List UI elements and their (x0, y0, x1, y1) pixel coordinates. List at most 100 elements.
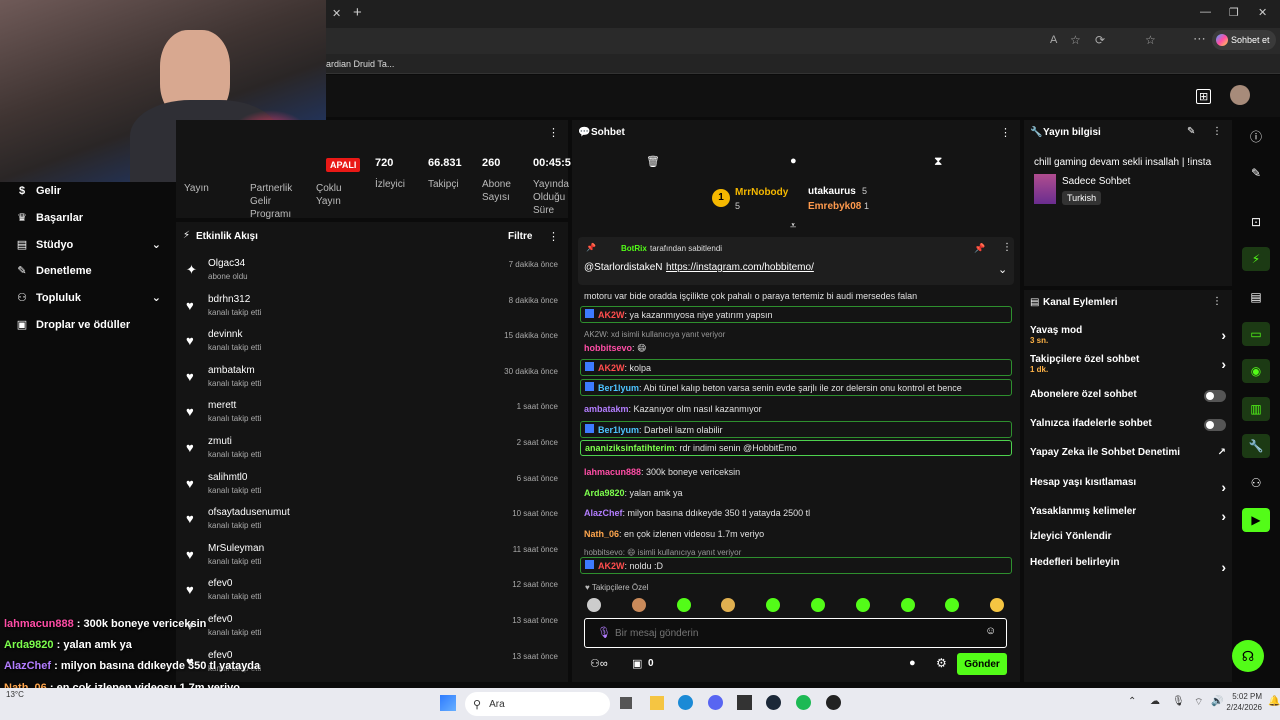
activity-user[interactable]: salihmtl0 (208, 472, 247, 483)
chat-input-box[interactable]: 🎙 ☺ (584, 618, 1007, 648)
chevron-up-icon[interactable]: ⌃ (1128, 696, 1136, 707)
chat-username[interactable]: AK2W (598, 561, 625, 571)
new-tab-icon[interactable]: + (353, 4, 362, 21)
spotify-icon[interactable] (796, 695, 811, 710)
chevron-down-icon[interactable]: ⌄ (998, 263, 1007, 276)
file-explorer-icon[interactable] (650, 696, 664, 710)
activity-user[interactable]: devinnk (208, 329, 242, 340)
copilot-chat-button[interactable]: Sohbet et (1212, 30, 1276, 50)
channel-action-item[interactable]: Hesap yaşı kısıtlaması › (1030, 477, 1230, 499)
activity-user[interactable]: ambatakm (208, 365, 255, 376)
channel-action-item[interactable]: Hedefleri belirleyin › (1030, 557, 1230, 579)
activity-user[interactable]: efev0 (208, 614, 232, 625)
broadcast-icon[interactable]: ◉ (1242, 359, 1270, 383)
sidebar-item-droplar[interactable]: ▣ Droplar ve ödüller (16, 318, 130, 332)
stream-info-menu-icon[interactable]: ⋮ (1212, 126, 1222, 137)
favorite-star-icon[interactable]: ☆ (1070, 33, 1081, 47)
hourglass-icon[interactable]: ⧗ (934, 154, 942, 169)
broadcast-icon[interactable]: ⊞ (1196, 89, 1212, 104)
close-tab-icon[interactable]: ✕ (332, 7, 341, 20)
edge-icon[interactable] (678, 695, 693, 710)
emote-icon[interactable] (587, 598, 601, 612)
chat-username[interactable]: AK2W (598, 310, 625, 320)
toggle-switch[interactable] (1204, 419, 1226, 431)
bolt-icon[interactable]: ⚡ (1242, 247, 1270, 271)
chat-username[interactable]: hobbitsevo (584, 343, 632, 353)
clip-icon[interactable]: ▶ (1242, 508, 1270, 532)
chat-username[interactable]: AlazChef (584, 508, 623, 518)
channel-action-item[interactable]: Yalnızca ifadelerle sohbet (1030, 418, 1230, 440)
emoji-icon[interactable]: ☺ (985, 625, 996, 637)
activity-user[interactable]: bdrhn312 (208, 294, 250, 305)
pinned-menu-icon[interactable]: ⋮ (1002, 242, 1012, 253)
sidebar-item-basarilar[interactable]: ♛ Başarılar (16, 211, 83, 225)
activity-user[interactable]: MrSuleyman (208, 543, 264, 554)
channel-action-item[interactable]: Yapay Zeka ile Sohbet Denetimi ↗ (1030, 447, 1230, 469)
pinned-link[interactable]: https://instagram.com/hobbitemo/ (666, 262, 814, 273)
chat-username[interactable]: Ber1lyum (598, 425, 639, 435)
chat-username[interactable]: lahmacun888 (584, 467, 641, 477)
filter-button[interactable]: Filtre (508, 231, 532, 242)
task-view-icon[interactable] (620, 697, 632, 709)
sidebar-item-topluluk[interactable]: ⚇ Topluluk ⌄ (16, 291, 161, 305)
chat-settings-bubble-icon[interactable]: ● (909, 657, 916, 669)
emote-icon[interactable] (900, 598, 915, 612)
activity-user[interactable]: merett (208, 400, 236, 411)
activity-menu-icon[interactable]: ⋮ (548, 230, 559, 243)
collapse-icon[interactable]: ⩡ (790, 220, 796, 233)
channel-action-item[interactable]: Takipçilere özel sohbet 1 dk. › (1030, 354, 1230, 376)
category-name[interactable]: Sadece Sohbet (1062, 176, 1130, 187)
channel-action-item[interactable]: İzleyici Yönlendir (1030, 531, 1230, 553)
trash-icon[interactable]: 🗑 (646, 155, 660, 168)
cloud-icon[interactable]: ☁ (1150, 696, 1160, 707)
chat-rail-icon[interactable]: ▭ (1242, 322, 1270, 346)
taskbar-search[interactable]: ⚲ Ara (465, 692, 610, 716)
unpin-icon[interactable]: 📌 (974, 243, 985, 254)
emote-icon[interactable] (631, 598, 646, 612)
activity-user[interactable]: Olgac34 (208, 258, 245, 269)
toggle-switch[interactable] (1204, 390, 1226, 402)
screenshot-icon[interactable]: ⊡ (1242, 210, 1270, 234)
mic-icon[interactable]: 🎙 (1172, 696, 1185, 707)
emote-icon[interactable] (811, 598, 825, 612)
windows-start-icon[interactable] (440, 695, 456, 711)
volume-icon[interactable]: 🔊 (1211, 696, 1223, 707)
chat-username[interactable]: AK2W (598, 363, 625, 373)
minimize-icon[interactable]: — (1200, 6, 1211, 18)
channel-action-item[interactable]: Yasaklanmış kelimeler › (1030, 506, 1230, 528)
app-icon[interactable] (737, 695, 752, 710)
refresh-icon[interactable]: ⟳ (1095, 33, 1105, 47)
steam-icon[interactable] (766, 695, 781, 710)
edit-icon[interactable]: ✎ (1187, 126, 1195, 137)
close-window-icon[interactable]: ✕ (1258, 6, 1267, 19)
chat-icon[interactable]: ● (790, 155, 797, 167)
community-icon[interactable]: ⚇∞ (590, 657, 608, 670)
community-icon[interactable]: ⚇ (1242, 471, 1270, 495)
edit-icon[interactable]: ✎ (1242, 161, 1270, 185)
chat-username[interactable]: ambatakm (584, 404, 629, 414)
avatar[interactable] (1230, 85, 1250, 105)
notification-icon[interactable]: 🔔 (1268, 696, 1280, 707)
emote-icon[interactable] (855, 598, 870, 612)
gear-icon[interactable]: ⚙ (936, 656, 947, 670)
emote-icon[interactable] (676, 598, 691, 612)
more-icon[interactable]: ⋯ (1193, 31, 1206, 47)
stats-menu-icon[interactable]: ⋮ (548, 126, 559, 139)
maximize-icon[interactable]: ❐ (1229, 6, 1239, 19)
chat-username[interactable]: Arda9820 (584, 488, 625, 498)
chat-username[interactable]: Nath_06 (584, 529, 619, 539)
read-aloud-icon[interactable]: A (1050, 34, 1057, 46)
activity-user[interactable]: efev0 (208, 578, 232, 589)
channel-action-item[interactable]: Yavaş mod 3 sn. › (1030, 325, 1230, 347)
discord-icon[interactable] (708, 695, 723, 710)
activity-user[interactable]: efev0 (208, 650, 232, 661)
layout-icon[interactable]: ▥ (1242, 397, 1270, 421)
mic-icon[interactable]: 🎙 (597, 626, 611, 639)
channel-actions-menu-icon[interactable]: ⋮ (1212, 296, 1222, 307)
favorites-icon[interactable]: ☆ (1145, 33, 1156, 47)
support-headset-icon[interactable]: ☊ (1232, 640, 1264, 672)
sidebar-item-studyo[interactable]: ▤ Stüdyo ⌄ (16, 238, 161, 252)
channel-action-item[interactable]: Abonelere özel sohbet (1030, 389, 1230, 411)
send-button[interactable]: Gönder (957, 653, 1007, 675)
chat-menu-icon[interactable]: ⋮ (1000, 126, 1011, 139)
